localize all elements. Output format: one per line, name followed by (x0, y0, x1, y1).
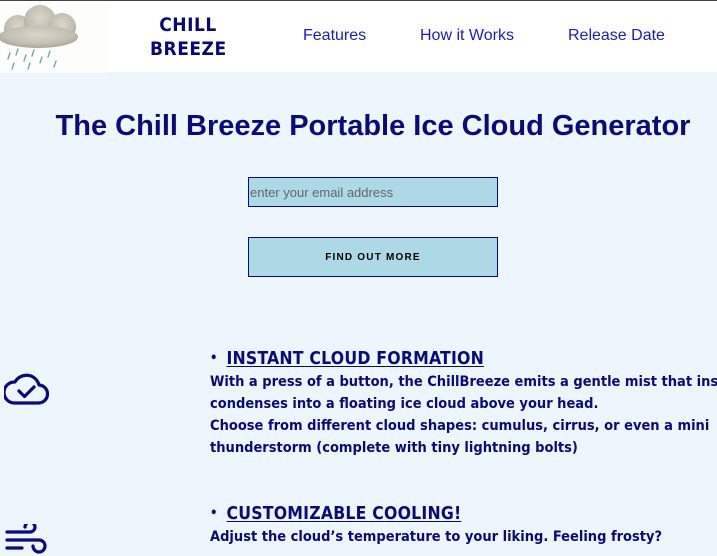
bullet: • (210, 506, 218, 521)
feature-title: CUSTOMIZABLE COOLING! (226, 504, 462, 524)
feature-customizable-cooling: • CUSTOMIZABLE COOLING! Adjust the cloud’… (210, 503, 717, 548)
email-input[interactable] (248, 177, 498, 207)
feature-instant-cloud-formation: • INSTANT CLOUD FORMATION With a press of… (210, 348, 717, 459)
page-title: The Chill Breeze Portable Ice Cloud Gene… (55, 110, 691, 142)
bullet: • (210, 351, 218, 366)
wind-icon (5, 524, 47, 554)
site-header: CHILL BREEZE Features How it Works Relea… (0, 1, 717, 73)
brand-line-2: BREEZE (150, 38, 227, 60)
feature-text-line: condenses into a floating ice cloud abov… (210, 396, 599, 412)
nav-link-features[interactable]: Features (303, 27, 366, 45)
feature-text-line: With a press of a button, the ChillBreez… (210, 374, 717, 390)
feature-heading: • INSTANT CLOUD FORMATION (210, 348, 717, 370)
nav-link-release-date[interactable]: Release Date (568, 27, 665, 45)
rain-cloud-logo (0, 3, 108, 73)
brand-line-1: CHILL (159, 14, 217, 36)
nav-link-how-it-works[interactable]: How it Works (420, 27, 514, 45)
feature-heading: • CUSTOMIZABLE COOLING! (210, 503, 717, 525)
find-out-more-button[interactable]: FIND OUT MORE (248, 237, 498, 277)
feature-title: INSTANT CLOUD FORMATION (226, 349, 485, 369)
feature-text-line: Adjust the cloud’s temperature to your l… (210, 529, 663, 545)
brand-name[interactable]: CHILL BREEZE (150, 13, 226, 61)
feature-text-line: thunderstorm (complete with tiny lightni… (210, 440, 578, 456)
feature-text-line: Choose from different cloud shapes: cumu… (210, 418, 710, 434)
cloud-check-icon (4, 373, 49, 405)
